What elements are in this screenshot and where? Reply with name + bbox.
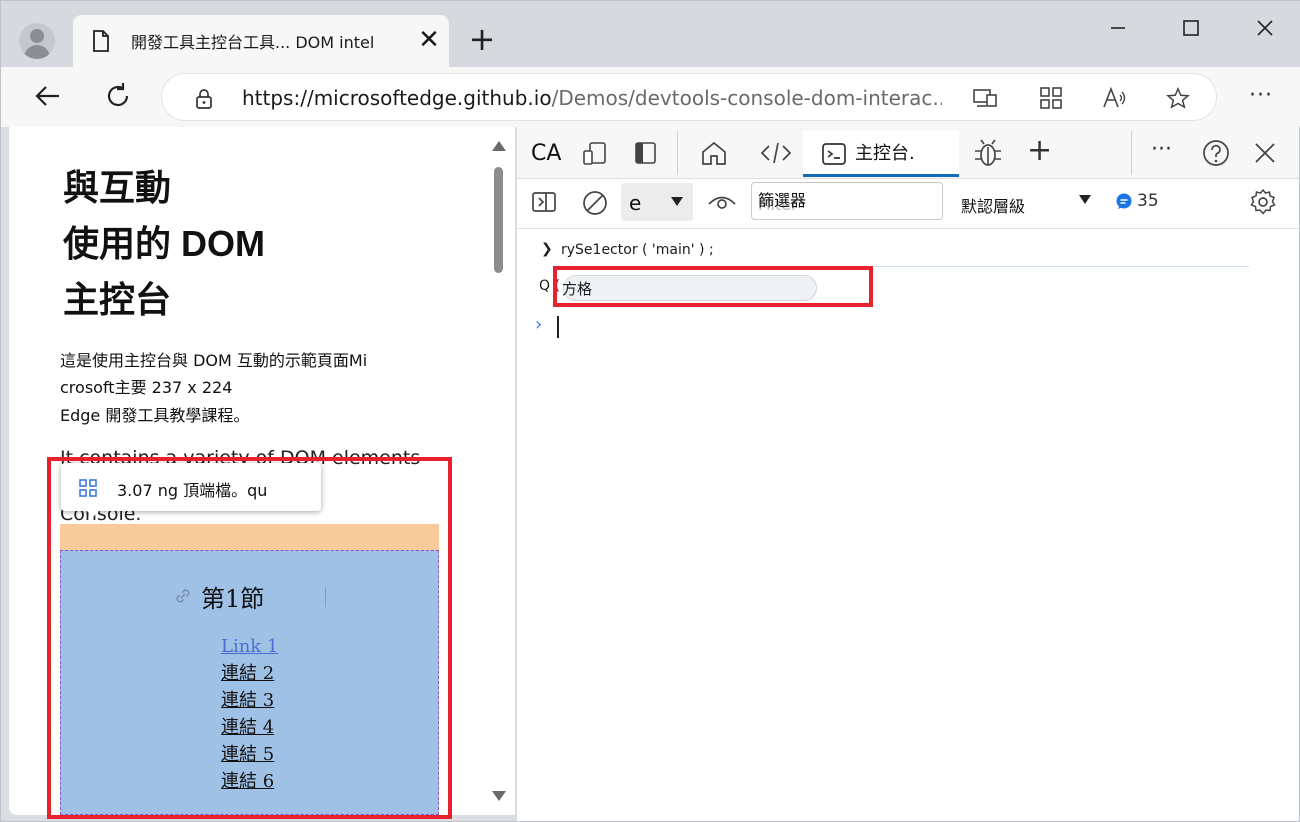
console-tab-label: 主控台.: [855, 143, 915, 164]
profile-avatar-icon[interactable]: [19, 23, 55, 59]
close-window-icon[interactable]: [1250, 13, 1280, 43]
title-bar: 開發工具主控台工具... DOM intel ✕ +: [1, 1, 1300, 67]
qr-code-icon[interactable]: [1038, 87, 1064, 109]
minimize-icon[interactable]: [1103, 13, 1133, 43]
tab-console[interactable]: 主控台.: [803, 131, 959, 177]
levels-dropdown-icon[interactable]: [1079, 195, 1091, 204]
settings-gear-icon[interactable]: [1249, 188, 1277, 216]
tab-title: 開發工具主控台工具... DOM intel: [131, 33, 375, 52]
browser-menu-icon[interactable]: ···: [1249, 83, 1273, 108]
filter-input[interactable]: Filter 篩選器: [751, 182, 943, 220]
tab-close-icon[interactable]: ✕: [417, 25, 441, 55]
back-arrow-icon[interactable]: [31, 79, 65, 113]
lock-icon[interactable]: [194, 88, 214, 110]
log-command: rySe1ector ( 'main' ) ;: [561, 242, 714, 258]
scroll-up-icon[interactable]: [492, 141, 506, 151]
page-heading-line-3: 主控台: [63, 279, 172, 320]
context-dropdown-icon: [671, 197, 683, 206]
refresh-icon[interactable]: [101, 79, 135, 113]
devtools-panel: CA 主控台. + ··· e Filter 篩選器 默認層級 35 ❯ ryS…: [517, 127, 1299, 821]
live-expression-eye-icon[interactable]: [707, 191, 737, 213]
close-devtools-icon[interactable]: [1253, 141, 1277, 165]
sidebar-toggle-icon[interactable]: [531, 191, 557, 213]
devtools-tab-bar: CA 主控台. + ···: [517, 127, 1299, 179]
app-available-icon[interactable]: [972, 87, 998, 109]
page-heading-line-1: 與互動: [63, 167, 172, 208]
annotation-highlight-console: [553, 266, 873, 307]
prompt-chevron-icon: ›: [535, 314, 543, 335]
clear-console-icon[interactable]: [581, 189, 609, 217]
device-emulation-icon[interactable]: [581, 141, 609, 167]
browser-tab[interactable]: 開發工具主控台工具... DOM intel ✕: [73, 15, 449, 67]
scroll-thumb[interactable]: [494, 167, 503, 273]
scroll-down-icon[interactable]: [492, 791, 506, 801]
page-scrollbar[interactable]: [491, 133, 507, 807]
add-tool-icon[interactable]: +: [1027, 133, 1052, 168]
favorite-star-icon[interactable]: [1165, 87, 1191, 109]
browser-window: 開發工具主控台工具... DOM intel ✕ + https://micro…: [0, 0, 1300, 822]
browser-toolbar: https://microsoftedge.github.io/Demos/de…: [1, 67, 1300, 127]
issues-count[interactable]: 35: [1137, 191, 1159, 211]
intro-line-2: crosoft主要 237 x 224: [60, 378, 233, 397]
elements-code-icon[interactable]: [759, 139, 793, 167]
page-icon: [93, 30, 109, 52]
filter-label: 篩選器: [758, 191, 807, 210]
page-heading-line-2: 使用的 DOM: [63, 223, 265, 264]
console-toolbar: e Filter 篩選器 默認層級 35: [517, 179, 1299, 229]
maximize-icon[interactable]: [1176, 13, 1206, 43]
context-selector-value: e: [629, 191, 642, 215]
console-icon: [822, 143, 846, 165]
new-tab-button[interactable]: +: [467, 23, 497, 57]
issues-message-icon[interactable]: [1115, 193, 1133, 211]
console-input-cursor[interactable]: [557, 316, 559, 338]
intro-line-1: 這是使用主控台與 DOM 互動的示範頁面Mi: [60, 351, 368, 370]
debug-bug-icon[interactable]: [973, 137, 1003, 169]
log-levels-dropdown[interactable]: 默認層級: [961, 193, 1025, 217]
tab-ca[interactable]: CA: [531, 141, 561, 166]
annotation-highlight-page: [47, 457, 452, 819]
intro-line-3: Edge 開發工具教學課程。: [60, 406, 250, 425]
url-text[interactable]: https://microsoftedge.github.io/Demos/de…: [242, 86, 942, 110]
console-output[interactable]: ❯ rySe1ector ( 'main' ) ; Q ( 方格 ›: [517, 230, 1299, 820]
address-bar[interactable]: https://microsoftedge.github.io/Demos/de…: [161, 73, 1217, 121]
home-icon[interactable]: [699, 139, 729, 167]
read-aloud-icon[interactable]: [1102, 87, 1128, 109]
devtools-more-icon[interactable]: ···: [1151, 137, 1172, 162]
dock-side-icon[interactable]: [633, 141, 659, 165]
log-expand-chevron-icon[interactable]: ❯: [541, 241, 553, 257]
help-icon[interactable]: [1201, 138, 1231, 168]
context-selector[interactable]: e: [621, 183, 693, 221]
